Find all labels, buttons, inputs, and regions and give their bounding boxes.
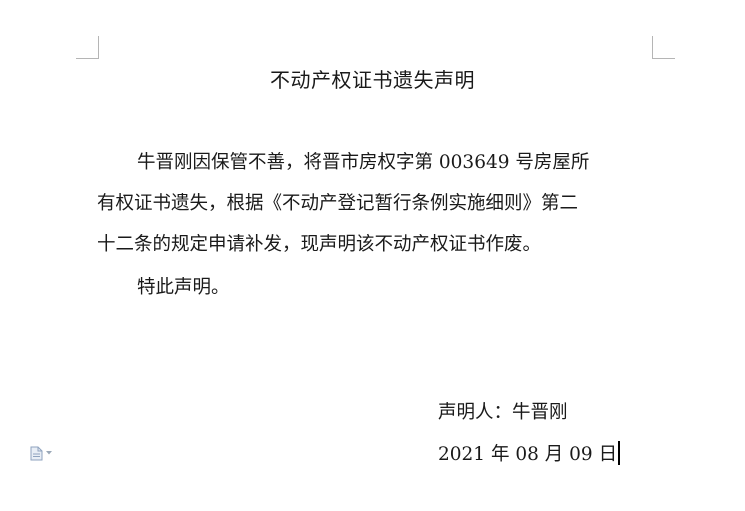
text-cursor: [618, 441, 621, 465]
document-page: 不动产权证书遗失声明 牛晋刚因保管不善，将晋市房权字第 003649 号房屋所 …: [0, 0, 745, 511]
declarant-line[interactable]: 声明人：牛晋刚: [438, 398, 568, 428]
paragraph-line-2[interactable]: 有权证书遗失，根据《不动产登记暂行条例实施细则》第二: [97, 189, 657, 219]
document-title[interactable]: 不动产权证书遗失声明: [0, 64, 745, 93]
top-right-margin-mark: [652, 36, 675, 59]
date-line[interactable]: 2021 年 08 月 09 日: [438, 440, 621, 470]
paste-options-icon: [30, 446, 43, 461]
paragraph-line-1[interactable]: 牛晋刚因保管不善，将晋市房权字第 003649 号房屋所: [137, 148, 697, 178]
closing-line[interactable]: 特此声明。: [137, 273, 697, 303]
date-text[interactable]: 2021 年 08 月 09 日: [438, 444, 617, 465]
paste-options-button[interactable]: [30, 444, 60, 462]
chevron-down-icon: [46, 451, 52, 455]
paragraph-line-3[interactable]: 十二条的规定申请补发，现声明该不动产权证书作废。: [97, 230, 657, 260]
top-left-margin-mark: [76, 36, 99, 59]
